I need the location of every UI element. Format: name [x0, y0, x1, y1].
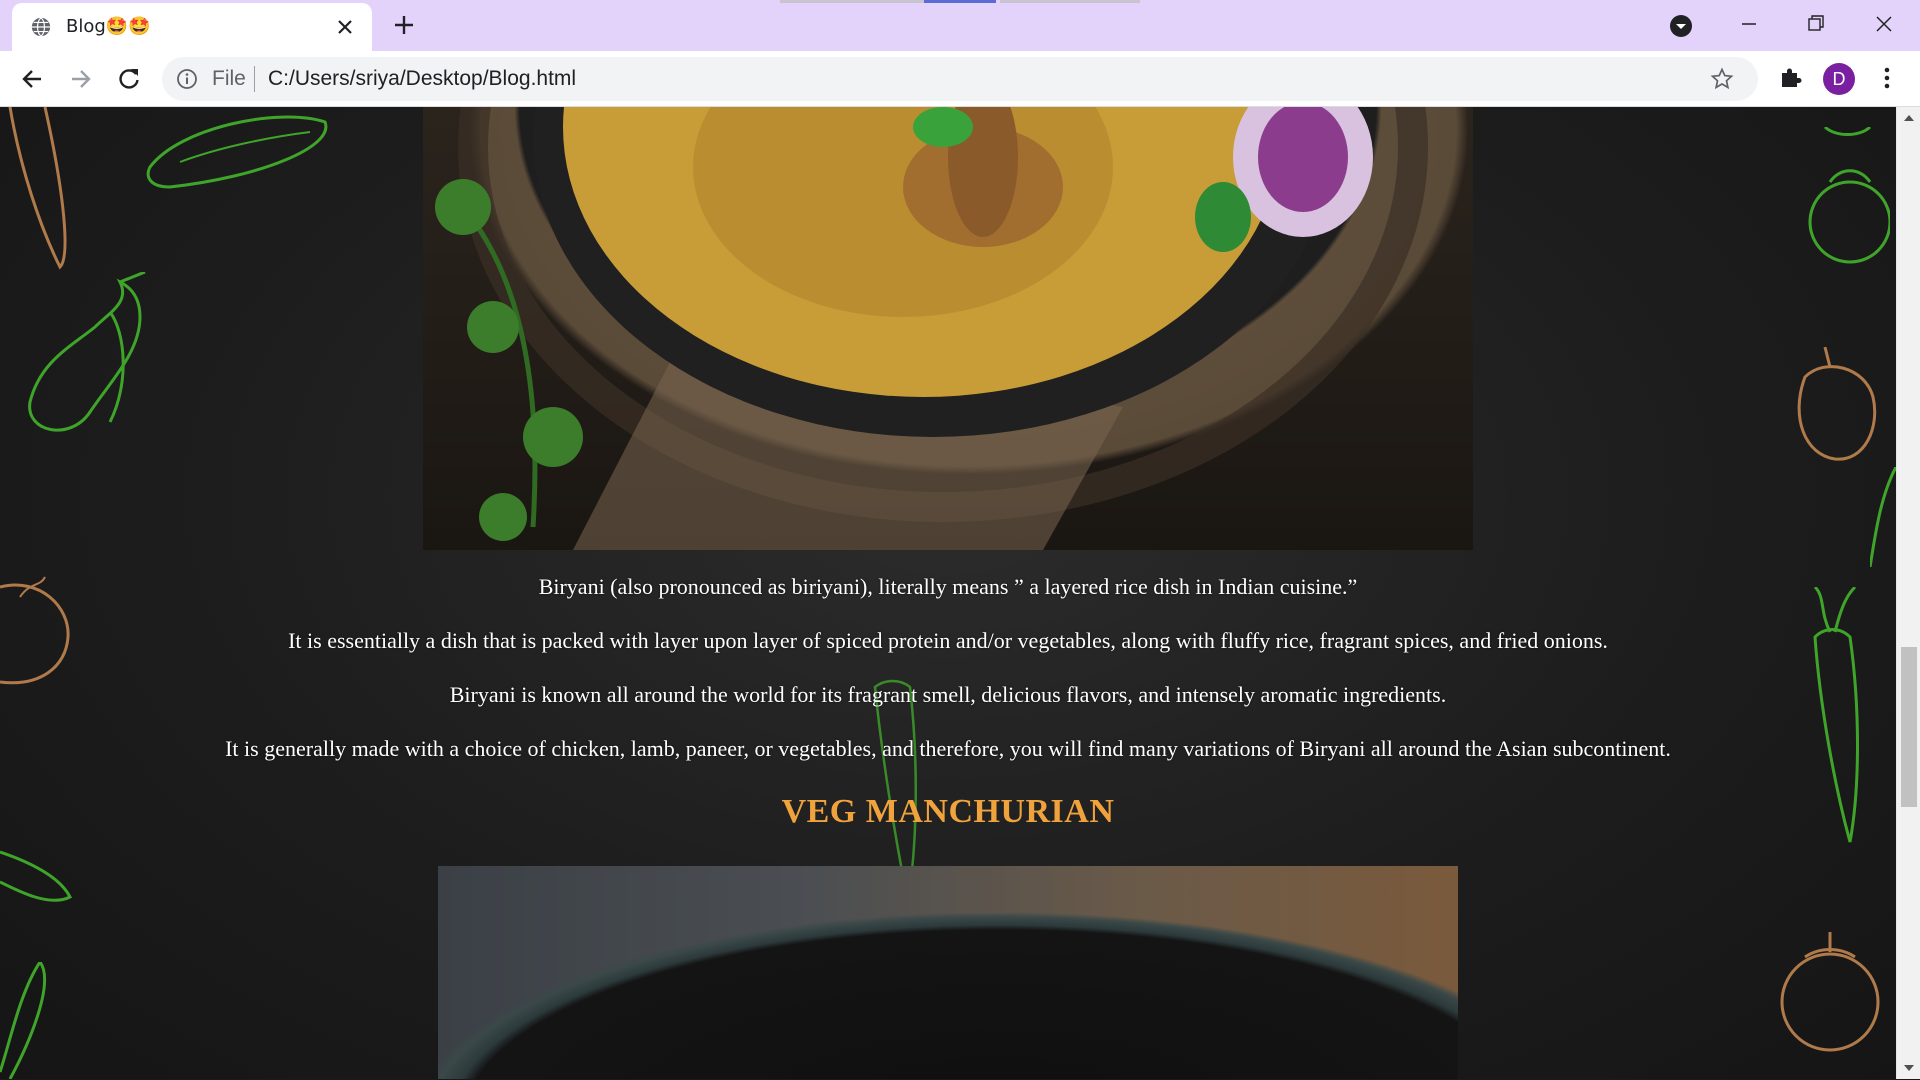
url-scheme-label: File [212, 67, 246, 90]
browser-tab-active[interactable]: Blog🤩🤩 [12, 3, 372, 51]
eggplant-doodle-icon [28, 272, 146, 432]
globe-icon [31, 17, 51, 37]
cucumber-doodle-icon [0, 850, 73, 902]
url-text[interactable]: C:/Users/sriya/Desktop/Blog.html [268, 67, 576, 91]
carrot-doodle-icon [1870, 467, 1896, 567]
biryani-photo [423, 107, 1473, 550]
plus-icon[interactable] [392, 13, 416, 37]
forward-arrow-icon[interactable] [66, 64, 96, 94]
page-viewport: Biryani (also pronounced as biriyani), l… [0, 107, 1896, 1079]
scroll-down-arrow-icon[interactable] [1903, 1063, 1915, 1073]
article-paragraph: Biryani (also pronounced as biriyani), l… [538, 574, 1358, 599]
kebab-menu-icon[interactable] [1874, 64, 1900, 92]
close-icon[interactable] [335, 17, 355, 37]
tab-strip: Blog🤩🤩 [0, 0, 1920, 51]
omnibox-divider [254, 66, 255, 92]
profile-avatar[interactable]: D [1823, 63, 1855, 95]
section-heading-veg-manchurian: VEG MANCHURIAN [781, 793, 1115, 830]
browser-toolbar: File C:/Users/sriya/Desktop/Blog.html [0, 51, 1920, 107]
back-arrow-icon[interactable] [17, 64, 47, 94]
biryani-photo-illustration [435, 107, 1428, 550]
info-icon[interactable] [176, 68, 198, 90]
scroll-up-arrow-icon[interactable] [1903, 113, 1915, 123]
reload-icon[interactable] [114, 64, 144, 94]
cucumber-doodle-icon [146, 115, 328, 189]
tab-title: Blog🤩🤩 [66, 16, 151, 37]
puzzle-icon[interactable] [1778, 64, 1804, 90]
minimize-icon[interactable] [1735, 10, 1763, 38]
page-scrollbar[interactable] [1896, 107, 1920, 1079]
tab-strip-indicator [780, 0, 930, 3]
carrot-doodle-icon [0, 962, 46, 1079]
restore-icon[interactable] [1802, 10, 1830, 38]
tab-search-icon[interactable] [1668, 13, 1694, 39]
address-bar[interactable]: File C:/Users/sriya/Desktop/Blog.html [162, 57, 1758, 101]
tomato-doodle-icon [1808, 127, 1890, 264]
tomato-doodle-icon [1780, 932, 1880, 1052]
close-window-icon[interactable] [1870, 10, 1898, 38]
bell-pepper-doodle-icon [1797, 347, 1877, 461]
article-paragraph: Biryani is known all around the world fo… [449, 682, 1447, 707]
carrot-doodle-icon [8, 107, 67, 270]
veg-manchurian-photo [438, 866, 1458, 1079]
tab-strip-indicator [1000, 0, 1140, 3]
star-icon[interactable] [1710, 67, 1734, 91]
tab-strip-indicator-active [924, 0, 996, 3]
article-paragraph: It is generally made with a choice of ch… [225, 736, 1671, 761]
scrollbar-thumb[interactable] [1901, 647, 1917, 807]
article-paragraph: It is essentially a dish that is packed … [288, 628, 1608, 653]
